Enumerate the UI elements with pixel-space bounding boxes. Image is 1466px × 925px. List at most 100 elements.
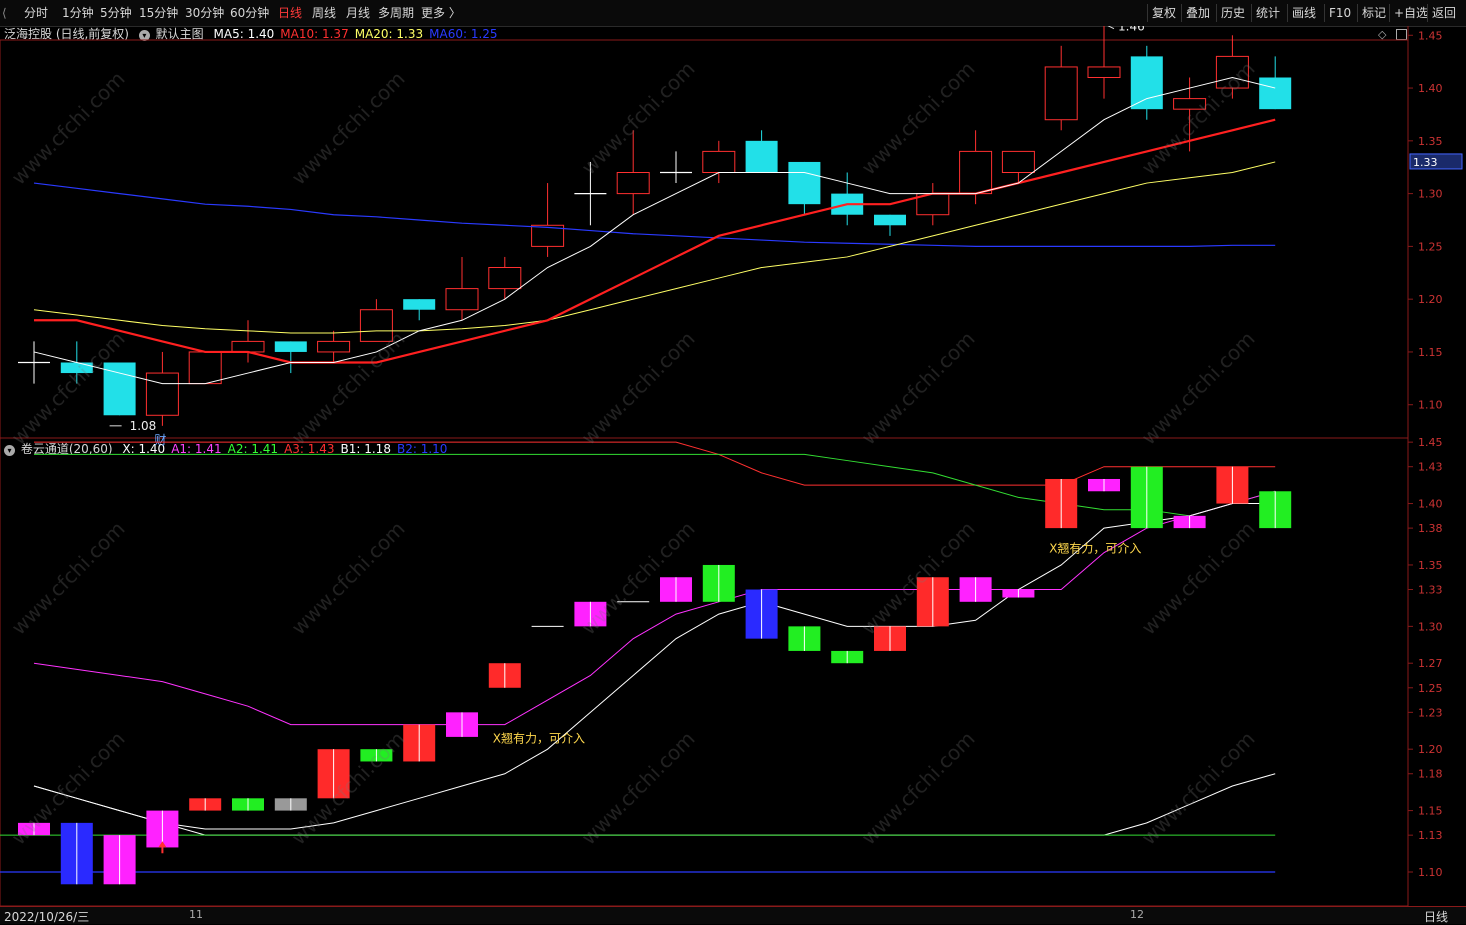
toolbar-separator (1357, 4, 1358, 22)
toolbar-separator (1147, 4, 1148, 22)
toolbar-button-6[interactable]: 标记 (1362, 4, 1386, 22)
toolbar-separator (1324, 4, 1325, 22)
period-toolbar: ⟨ 分时 1分钟 5分钟 15分钟 30分钟 60分钟 日线 周线 月线 多周期 更多 〉 复权 叠加… (0, 0, 1466, 27)
candle-down (274, 341, 307, 352)
toolbar-separator (1427, 4, 1428, 22)
candle-down (788, 161, 821, 205)
candle-down (1259, 77, 1292, 110)
period-tab-6[interactable]: 日线 (278, 4, 302, 22)
watermark-text: www.cfchi.com (857, 727, 980, 850)
ma10-line (34, 118, 1276, 364)
finance-marker: 财 (154, 433, 166, 447)
main-ytick-label: 1.45 (1418, 29, 1443, 42)
candle-up (1087, 66, 1121, 78)
sub-ytick-label: 1.27 (1418, 657, 1443, 670)
sub-ytick-label: 1.43 (1418, 461, 1443, 474)
sub-ytick-label: 1.25 (1418, 682, 1443, 695)
sub-ytick-label: 1.15 (1418, 805, 1443, 818)
candle-down (1130, 56, 1163, 110)
main-ytick-label: 1.30 (1418, 188, 1443, 201)
main-ytick-label: 1.10 (1418, 399, 1443, 412)
main-ytick-label: 1.25 (1418, 240, 1443, 253)
signal-annotation: X翘有力，可介入 (1049, 541, 1141, 555)
toolbar-button-1[interactable]: 叠加 (1186, 4, 1210, 22)
candle-up (231, 340, 265, 353)
sub-ytick-label: 1.30 (1418, 620, 1443, 633)
a3-line (34, 441, 1276, 486)
sub-ytick-label: 1.45 (1418, 436, 1443, 449)
watermark-text: www.cfchi.com (287, 727, 410, 850)
a1-line (33, 490, 1276, 726)
period-tab-7[interactable]: 周线 (312, 4, 336, 22)
high-marker-arrow (1107, 26, 1115, 30)
candle-up (488, 267, 522, 290)
low-price-label: 1.08 (130, 419, 157, 433)
candle-up (959, 150, 993, 195)
period-tab-2[interactable]: 5分钟 (100, 4, 132, 22)
main-ytick-label: 1.20 (1418, 293, 1443, 306)
watermark-text: www.cfchi.com (577, 57, 700, 180)
cursor-date: 2022/10/26/三 (4, 910, 90, 924)
kline-chart[interactable]: 1.45 1.40 1.35 1.30 1.25 1.20 1.15 1.10 1.33 1.46… (0, 26, 1466, 923)
main-ytick-label: 1.35 (1418, 135, 1443, 148)
candle-up (1001, 150, 1035, 173)
watermark-text: www.cfchi.com (1137, 517, 1260, 640)
main-ytick-label: 1.15 (1418, 346, 1443, 359)
sub-ytick-label: 1.10 (1418, 866, 1443, 879)
toolbar-button-0[interactable]: 复权 (1152, 4, 1176, 22)
toolbar-separator (1216, 4, 1217, 22)
ma20-line (33, 161, 1276, 334)
candle-up (145, 372, 179, 416)
watermark-text: www.cfchi.com (1137, 727, 1260, 850)
sub-ytick-label: 1.13 (1418, 829, 1443, 842)
sub-ytick-label: 1.23 (1418, 706, 1443, 719)
candle-up (1044, 66, 1078, 121)
period-label: 日线 (1424, 910, 1449, 924)
month-label-dec: 12 (1130, 908, 1144, 921)
period-tab-5[interactable]: 60分钟 (230, 4, 269, 22)
candle-down (745, 140, 778, 173)
sub-ytick-label: 1.20 (1418, 743, 1443, 756)
last-price-label: 1.33 (1413, 156, 1438, 169)
sub-ytick-label: 1.38 (1418, 522, 1443, 535)
ma5-line (33, 76, 1276, 385)
main-ytick-label: 1.40 (1418, 82, 1443, 95)
period-tab-1[interactable]: 1分钟 (62, 4, 94, 22)
watermark-text: www.cfchi.com (577, 327, 700, 450)
toolbar-button-5[interactable]: F10 (1329, 4, 1351, 22)
footer-bar: 2022/10/26/三 11 12 日线 (0, 906, 1466, 924)
watermark-text: www.cfchi.com (577, 727, 700, 850)
watermark-text: www.cfchi.com (287, 517, 410, 640)
candle-down (874, 214, 906, 226)
watermark-text: www.cfchi.com (7, 67, 130, 190)
period-tab-4[interactable]: 30分钟 (185, 4, 224, 22)
sub-ytick-label: 1.18 (1418, 768, 1443, 781)
candle-up (616, 172, 650, 195)
candle-up (188, 351, 222, 385)
watermark-text: www.cfchi.com (287, 67, 410, 190)
toolbar-separator (1389, 4, 1390, 22)
period-tab-10[interactable]: 更多 〉 (421, 4, 461, 22)
toolbar-button-7[interactable]: +自选 (1394, 4, 1428, 22)
toolbar-separator (1181, 4, 1182, 22)
candle-up (702, 150, 736, 173)
candle-up (317, 340, 351, 353)
period-tab-0[interactable]: 分时 (24, 4, 48, 22)
ma60-line (33, 182, 1276, 247)
toolbar-separator (1251, 4, 1252, 22)
toolbar-button-8[interactable]: 返回 (1432, 4, 1456, 22)
period-tab-3[interactable]: 15分钟 (139, 4, 178, 22)
toolbar-button-3[interactable]: 统计 (1256, 4, 1280, 22)
signal-annotation: X翘有力，可介入 (493, 732, 585, 746)
sub-ytick-label: 1.33 (1418, 584, 1443, 597)
indicator-panel-frame (0, 437, 1409, 907)
toolbar-button-2[interactable]: 历史 (1221, 4, 1245, 22)
sub-ytick-label: 1.40 (1418, 498, 1443, 511)
high-price-label: 1.46 (1118, 26, 1145, 34)
period-tab-8[interactable]: 月线 (346, 4, 370, 22)
back-arrow-icon[interactable]: ⟨ (2, 4, 16, 22)
period-tab-9[interactable]: 多周期 (378, 4, 414, 22)
toolbar-button-4[interactable]: 画线 (1292, 4, 1316, 22)
candle-up (445, 288, 479, 311)
watermark-text: www.cfchi.com (857, 327, 980, 450)
